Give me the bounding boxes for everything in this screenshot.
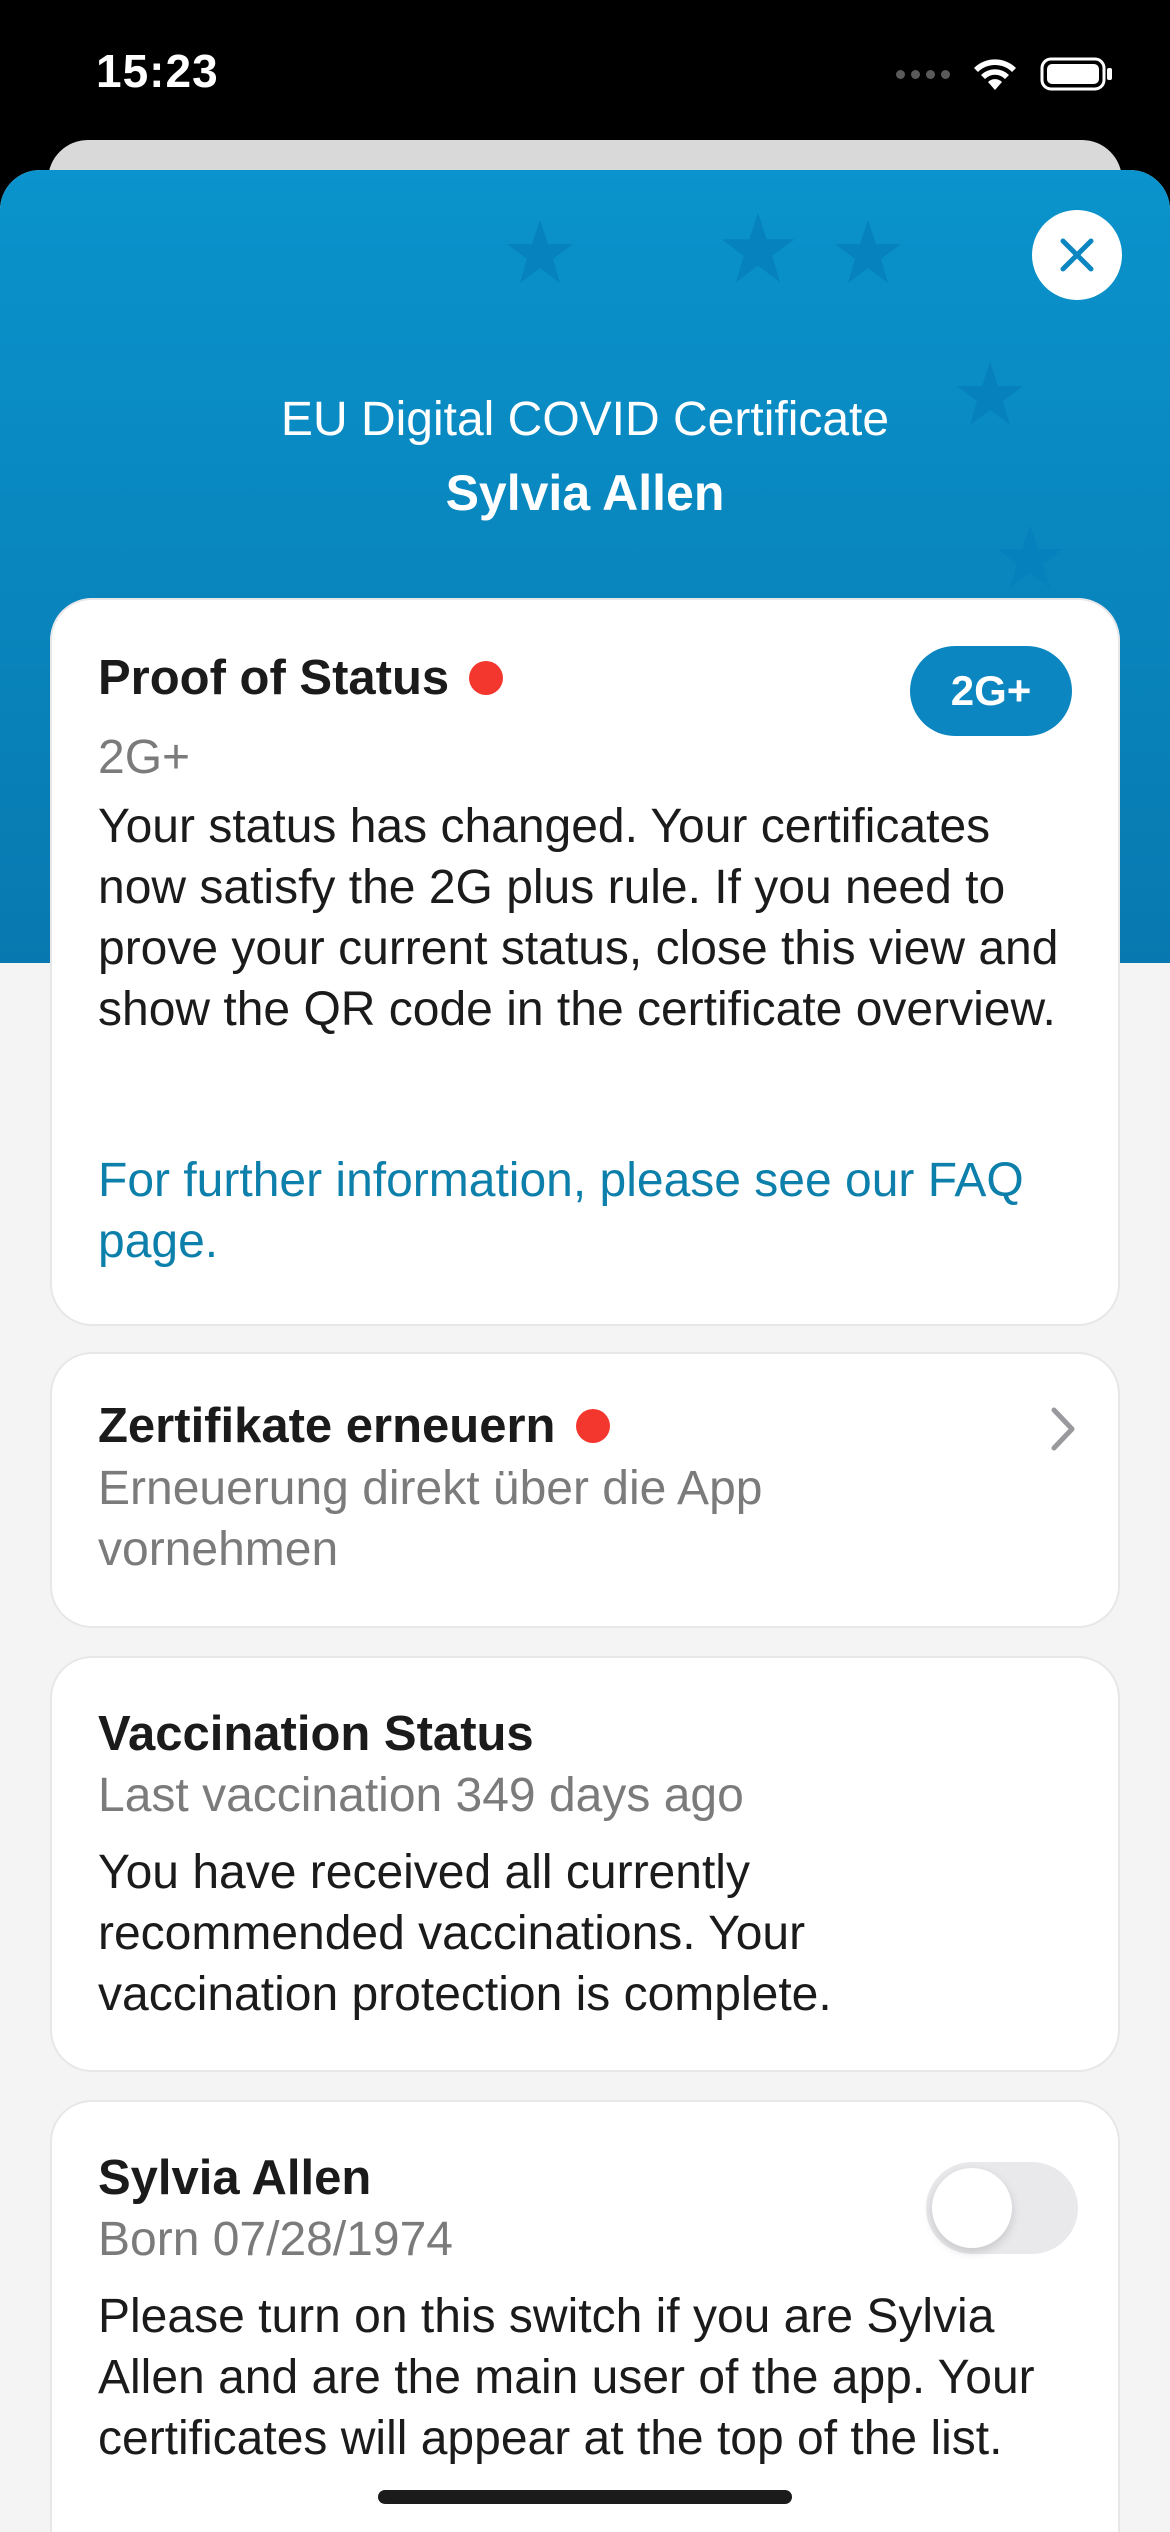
status-badge: 2G+: [910, 646, 1072, 736]
alert-dot: [575, 1409, 610, 1443]
toggle-knob: [932, 2168, 1012, 2248]
renew-certificates-title-text: Zertifikate erneuern: [98, 1399, 556, 1453]
certificate-detail-sheet: EU Digital COVID Certificate Sylvia Alle…: [0, 170, 1170, 2532]
proof-of-status-title-text: Proof of Status: [98, 651, 450, 705]
renew-certificates-subtitle: Erneuerung direkt über die App vornehmen: [98, 1462, 763, 1576]
renew-certificates-card[interactable]: Zertifikate erneuern Erneuerung direkt ü…: [50, 1352, 1120, 1628]
faq-link[interactable]: For further information, please see our …: [98, 1150, 1088, 1272]
page-title: EU Digital COVID Certificate: [280, 393, 890, 446]
proof-of-status-subtitle: 2G+: [98, 731, 191, 784]
main-user-card: Sylvia Allen Born 07/28/1974 Please turn…: [50, 2100, 1120, 2532]
chevron-right-icon: [1051, 1407, 1075, 1451]
status-icons: [896, 52, 1114, 96]
vaccination-status-body: You have received all currently recommen…: [98, 1846, 832, 2021]
home-indicator[interactable]: [378, 2490, 792, 2504]
close-button[interactable]: [1032, 210, 1122, 300]
vaccination-status-card: Vaccination Status Last vaccination 349 …: [50, 1656, 1120, 2072]
status-bar: 15:23: [0, 0, 1170, 150]
person-birthdate: Born 07/28/1974: [98, 2213, 453, 2266]
alert-dot: [469, 661, 504, 695]
status-time: 15:23: [96, 45, 219, 97]
proof-of-status-card: Proof of Status 2G+ 2G+ Your status has …: [50, 598, 1120, 1326]
vaccination-status-subtitle: Last vaccination 349 days ago: [98, 1769, 744, 1822]
cellular-signal-icon: [896, 69, 950, 79]
person-name: Sylvia Allen: [98, 2151, 372, 2205]
proof-of-status-title: Proof of Status: [98, 650, 504, 706]
main-user-description: Please turn on this switch if you are Sy…: [98, 2290, 1035, 2465]
vaccination-status-title: Vaccination Status: [98, 1707, 534, 1761]
renew-certificates-title: Zertifikate erneuern: [98, 1398, 610, 1454]
wifi-icon: [974, 59, 1016, 90]
close-icon: [1060, 238, 1094, 272]
main-user-toggle[interactable]: [926, 2162, 1078, 2254]
battery-icon: [1040, 57, 1112, 91]
holder-name: Sylvia Allen: [445, 465, 725, 521]
proof-of-status-body: Your status has changed. Your certificat…: [98, 800, 1059, 1036]
